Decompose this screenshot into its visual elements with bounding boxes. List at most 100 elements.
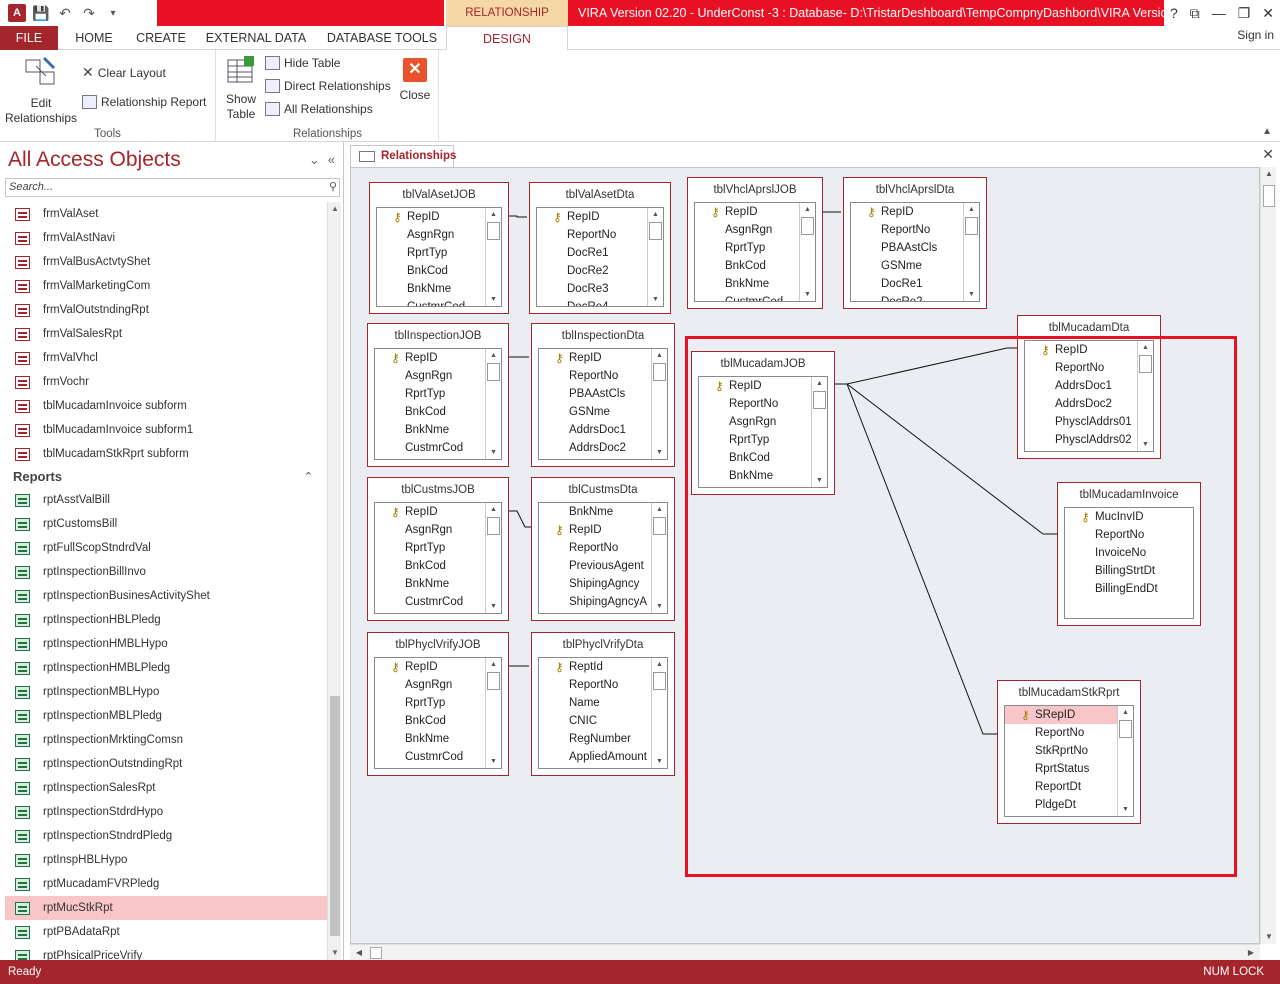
field-item[interactable]: DocRe2	[537, 262, 663, 280]
nav-item-rptinspectionbusinesactivityshet[interactable]: rptInspectionBusinesActivityShet	[5, 584, 327, 608]
table-tblcustmsjob[interactable]: tblCustmsJOBRepIDAsgnRgnRprtTypBnkCodBnk…	[367, 477, 509, 621]
field-item[interactable]: BnkNme	[375, 730, 501, 748]
field-list-scrollbar[interactable]: ▲ ▼	[485, 658, 501, 768]
field-scroll-thumb[interactable]	[801, 217, 814, 235]
canvas-vertical-scrollbar[interactable]: ▲ ▼	[1260, 167, 1276, 944]
field-item[interactable]: RepID	[377, 208, 501, 226]
field-list-scrollbar[interactable]: ▲ ▼	[485, 503, 501, 613]
scroll-down-icon[interactable]: ▼	[486, 600, 501, 613]
nav-item-rptinspectionhblpledg[interactable]: rptInspectionHBLPledg	[5, 608, 327, 632]
nav-item-rptfullscopstndrdval[interactable]: rptFullScopStndrdVal	[5, 536, 327, 560]
field-item[interactable]: RepID	[375, 658, 501, 676]
tab-external-data[interactable]: EXTERNAL DATA	[198, 26, 314, 50]
canvas-horizontal-scrollbar[interactable]: ◀ ▶	[350, 944, 1260, 960]
nav-item-frmvalsalesrpt[interactable]: frmValSalesRpt	[5, 322, 327, 346]
scroll-down-icon[interactable]: ▼	[964, 288, 979, 301]
nav-scroll-thumb[interactable]	[330, 696, 340, 936]
field-item[interactable]: Name	[539, 694, 667, 712]
nav-item-rptinspectionstdrdhypo[interactable]: rptInspectionStdrdHypo	[5, 800, 327, 824]
nav-search-input[interactable]: Search... ⚲	[5, 178, 340, 197]
nav-scrollbar[interactable]: ▲ ▼	[327, 202, 341, 960]
field-item[interactable]: ReportNo	[539, 539, 667, 557]
scroll-down-icon[interactable]: ▼	[652, 446, 667, 459]
field-list[interactable]: RepIDReportNoPBAAstClsGSNmeAddrsDoc1Addr…	[538, 348, 668, 460]
field-item[interactable]: RprtTyp	[377, 244, 501, 262]
table-tblphyclvrifyjob[interactable]: tblPhyclVrifyJOBRepIDAsgnRgnRprtTypBnkCo…	[367, 632, 509, 776]
scroll-up-icon[interactable]: ▲	[648, 208, 663, 221]
nav-item-frmvaloutstndingrpt[interactable]: frmValOutstndingRpt	[5, 298, 327, 322]
collapse-section-icon[interactable]: ⌃	[304, 466, 313, 488]
direct-relationships-button[interactable]: Direct Relationships	[265, 79, 391, 93]
nav-item-rptinsphblhypo[interactable]: rptInspHBLHypo	[5, 848, 327, 872]
nav-item-rptmucstkrpt[interactable]: rptMucStkRpt	[5, 896, 327, 920]
field-item[interactable]: RepID	[375, 349, 501, 367]
field-item[interactable]: AsgnRgn	[375, 367, 501, 385]
field-item[interactable]: RepID	[539, 521, 667, 539]
tab-file[interactable]: FILE	[0, 26, 58, 50]
field-list-scrollbar[interactable]: ▲ ▼	[651, 658, 667, 768]
field-item[interactable]: CNIC	[539, 712, 667, 730]
table-title[interactable]: tblInspectionJOB	[368, 324, 508, 348]
field-list[interactable]: RepIDReportNoPBAAstClsGSNmeDocRe1DocRe2▲…	[850, 202, 980, 302]
nav-item-frmvalaset[interactable]: frmValAset	[5, 202, 327, 226]
field-item[interactable]: BnkCod	[375, 557, 501, 575]
nav-item-frmvochr[interactable]: frmVochr	[5, 370, 327, 394]
field-item[interactable]: CustmrCod	[375, 748, 501, 766]
field-item[interactable]: BnkNme	[377, 280, 501, 298]
field-item[interactable]: RprtTyp	[375, 694, 501, 712]
field-list[interactable]: RepIDAsgnRgnRprtTypBnkCodBnkNmeCustmrCod…	[374, 657, 502, 769]
field-item[interactable]: BnkCod	[695, 257, 815, 275]
field-item[interactable]: RprtTyp	[375, 385, 501, 403]
field-scroll-thumb[interactable]	[487, 517, 500, 535]
field-item[interactable]: PBAAstCls	[851, 239, 979, 257]
table-title[interactable]: tblCustmsDta	[532, 478, 674, 502]
field-item[interactable]: RepID	[537, 208, 663, 226]
field-item[interactable]: ReptId	[539, 658, 667, 676]
field-list[interactable]: RepIDAsgnRgnRprtTypBnkCodBnkNmeCustmrCod…	[376, 207, 502, 307]
scroll-up-icon[interactable]: ▲	[652, 503, 667, 516]
field-list-scrollbar[interactable]: ▲ ▼	[651, 349, 667, 459]
field-scroll-thumb[interactable]	[649, 222, 662, 240]
field-item[interactable]: RepID	[695, 203, 815, 221]
relationship-report-button[interactable]: Relationship Report	[82, 95, 206, 109]
field-item[interactable]: PreviousAgent	[539, 557, 667, 575]
redo-icon[interactable]: ↷	[80, 5, 98, 22]
nav-item-frmvalvhcl[interactable]: frmValVhcl	[5, 346, 327, 370]
field-list[interactable]: BnkNmeRepIDReportNoPreviousAgentShipingA…	[538, 502, 668, 614]
nav-item-rptinspectionmblpledg[interactable]: rptInspectionMBLPledg	[5, 704, 327, 728]
nav-item-frmvalbusactvtyshet[interactable]: frmValBusActvtyShet	[5, 250, 327, 274]
nav-item-rptpbadatarpt[interactable]: rptPBAdataRpt	[5, 920, 327, 944]
nav-menu-chevron-icon[interactable]: ⌄	[309, 152, 320, 168]
scroll-up-icon[interactable]: ▲	[486, 349, 501, 362]
relationship-line[interactable]	[509, 215, 527, 218]
field-item[interactable]: RepID	[375, 503, 501, 521]
nav-item-tblmucadaminvoice-subform[interactable]: tblMucadamInvoice subform	[5, 394, 327, 418]
field-item[interactable]: RprtTyp	[695, 239, 815, 257]
scroll-down-icon[interactable]: ▼	[486, 446, 501, 459]
field-item[interactable]: CustmrCod	[377, 298, 501, 306]
nav-item-rptmucadamfvrpledg[interactable]: rptMucadamFVRPledg	[5, 872, 327, 896]
field-list-scrollbar[interactable]: ▲ ▼	[485, 349, 501, 459]
table-tblvalasetdta[interactable]: tblValAsetDtaRepIDReportNoDocRe1DocRe2Do…	[529, 182, 671, 314]
table-title[interactable]: tblVhclAprslDta	[844, 178, 986, 202]
nav-item-rptinspectionsalesrpt[interactable]: rptInspectionSalesRpt	[5, 776, 327, 800]
field-item[interactable]: DocRe1	[537, 244, 663, 262]
nav-item-frmvalmarketingcom[interactable]: frmValMarketingCom	[5, 274, 327, 298]
field-list-scrollbar[interactable]: ▲ ▼	[647, 208, 663, 306]
field-item[interactable]: AsgnRgn	[375, 521, 501, 539]
field-list[interactable]: RepIDAsgnRgnRprtTypBnkCodBnkNmeCustmrCod…	[374, 502, 502, 614]
field-scroll-thumb[interactable]	[653, 363, 666, 381]
field-item[interactable]: AppliedAmount	[539, 748, 667, 766]
field-item[interactable]: PBAAstCls	[539, 385, 667, 403]
scroll-down-icon[interactable]: ▼	[648, 293, 663, 306]
field-scroll-thumb[interactable]	[487, 222, 500, 240]
field-item[interactable]: CustmrCod	[375, 593, 501, 611]
help-icon[interactable]: ?	[1170, 5, 1178, 21]
table-title[interactable]: tblPhyclVrifyJOB	[368, 633, 508, 657]
field-list-scrollbar[interactable]: ▲ ▼	[651, 503, 667, 613]
collapse-ribbon-icon[interactable]: ▲	[1262, 126, 1272, 137]
field-item[interactable]: ReportNo	[539, 676, 667, 694]
field-item[interactable]: BnkNme	[539, 503, 667, 521]
tab-database-tools[interactable]: DATABASE TOOLS	[320, 26, 444, 50]
field-list[interactable]: RepIDAsgnRgnRprtTypBnkCodBnkNmeCustmrCod…	[694, 202, 816, 302]
